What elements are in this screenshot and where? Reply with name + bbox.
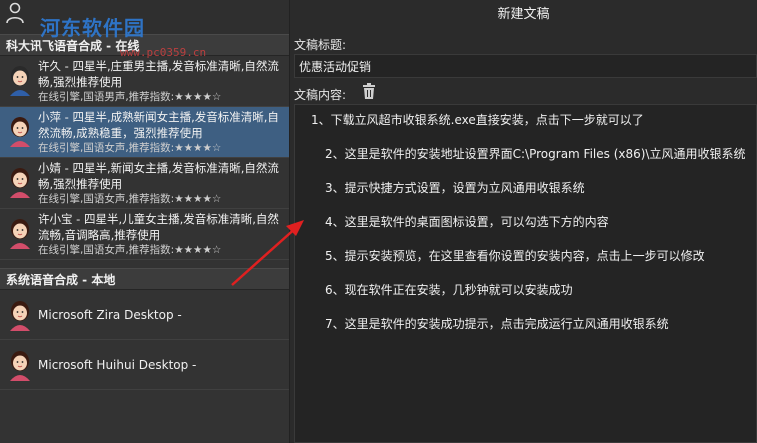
content-step-line: 4、这里是软件的桌面图标设置，可以勾选下方的内容 (325, 215, 609, 229)
voice-item[interactable]: 小婧 - 四星半,新闻女主播,发音标准清晰,自然流畅,强烈推荐使用在线引擎,国语… (0, 158, 289, 209)
watermark-logo: 河东软件园 (40, 16, 145, 40)
voice-item[interactable]: 许小宝 - 四星半,儿童女主播,发音标准清晰,自然流畅,音调略高,推荐使用在线引… (0, 209, 289, 260)
content-step-line: 1、下载立风超市收银系统.exe直接安装，点击下一步就可以了 (311, 113, 644, 127)
voice-meta: 在线引擎,国语女声,推荐指数:★★★★☆ (38, 193, 222, 205)
content-step-line: 2、这里是软件的安装地址设置界面C:\Program Files (x86)\立… (325, 147, 746, 161)
voice-description: 许小宝 - 四星半,儿童女主播,发音标准清晰,自然流畅,音调略高,推荐使用 (38, 212, 279, 242)
doc-content-textarea[interactable]: 1、下载立风超市收银系统.exe直接安装，点击下一步就可以了 2、这里是软件的安装… (294, 104, 757, 443)
local-voice-item[interactable]: Microsoft Zira Desktop - (0, 290, 289, 340)
window-title: 新建文稿 (497, 7, 550, 22)
voice-meta: 在线引擎,国语男声,推荐指数:★★★★☆ (38, 91, 222, 103)
voice-meta: 在线引擎,国语女声,推荐指数:★★★★☆ (38, 244, 222, 256)
watermark-url: www.pc0359.cn (120, 46, 207, 59)
user-icon[interactable] (6, 2, 24, 24)
local-section-header: 系统语音合成 - 本地 (0, 268, 289, 290)
new-document-panel: 新建文稿 文稿标题: 文稿内容: 1、下载立风超市收银系统.exe直接安装，点击… (290, 0, 757, 443)
voice-description: 小婧 - 四星半,新闻女主播,发音标准清晰,自然流畅,强烈推荐使用 (38, 161, 279, 191)
avatar-icon (6, 299, 34, 331)
avatar-icon (6, 166, 34, 198)
avatar-icon (6, 217, 34, 249)
avatar-icon (6, 349, 34, 381)
trash-icon[interactable] (362, 83, 376, 99)
voice-description: 许久 - 四星半,庄重男主播,发音标准清晰,自然流畅,强烈推荐使用 (38, 59, 279, 89)
voice-description: 小萍 - 四星半,成熟新闻女主播,发音标准清晰,自然流畅,成熟稳重，强烈推荐使用 (38, 110, 279, 140)
content-step-line: 6、现在软件正在安装，几秒钟就可以安装成功 (325, 283, 573, 297)
avatar-icon (6, 115, 34, 147)
voice-item[interactable]: 许久 - 四星半,庄重男主播,发音标准清晰,自然流畅,强烈推荐使用在线引擎,国语… (0, 56, 289, 107)
top-bar: 河东软件园 (0, 0, 289, 40)
content-step-line: 5、提示安装预览，在这里查看你设置的安装内容，点击上一步可以修改 (325, 249, 705, 263)
local-voice-name: Microsoft Zira Desktop - (38, 308, 182, 322)
doc-content-label: 文稿内容: (294, 88, 347, 102)
local-voice-name: Microsoft Huihui Desktop - (38, 358, 197, 372)
content-step-line: 7、这里是软件的安装成功提示，点击完成运行立风通用收银系统 (325, 317, 669, 331)
voice-item[interactable]: 小萍 - 四星半,成熟新闻女主播,发音标准清晰,自然流畅,成熟稳重，强烈推荐使用… (0, 107, 289, 158)
voice-list-panel: 河东软件园 科大讯飞语音合成 - 在线 许久 - 四星半,庄重男主播,发音标准清… (0, 0, 290, 443)
local-voice-item[interactable]: Microsoft Huihui Desktop - (0, 340, 289, 390)
content-step-line: 3、提示快捷方式设置，设置为立风通用收银系统 (325, 181, 585, 195)
doc-title-label: 文稿标题: (294, 38, 347, 52)
doc-title-input[interactable] (294, 54, 757, 78)
avatar-icon (6, 64, 34, 96)
voice-meta: 在线引擎,国语女声,推荐指数:★★★★☆ (38, 142, 222, 154)
